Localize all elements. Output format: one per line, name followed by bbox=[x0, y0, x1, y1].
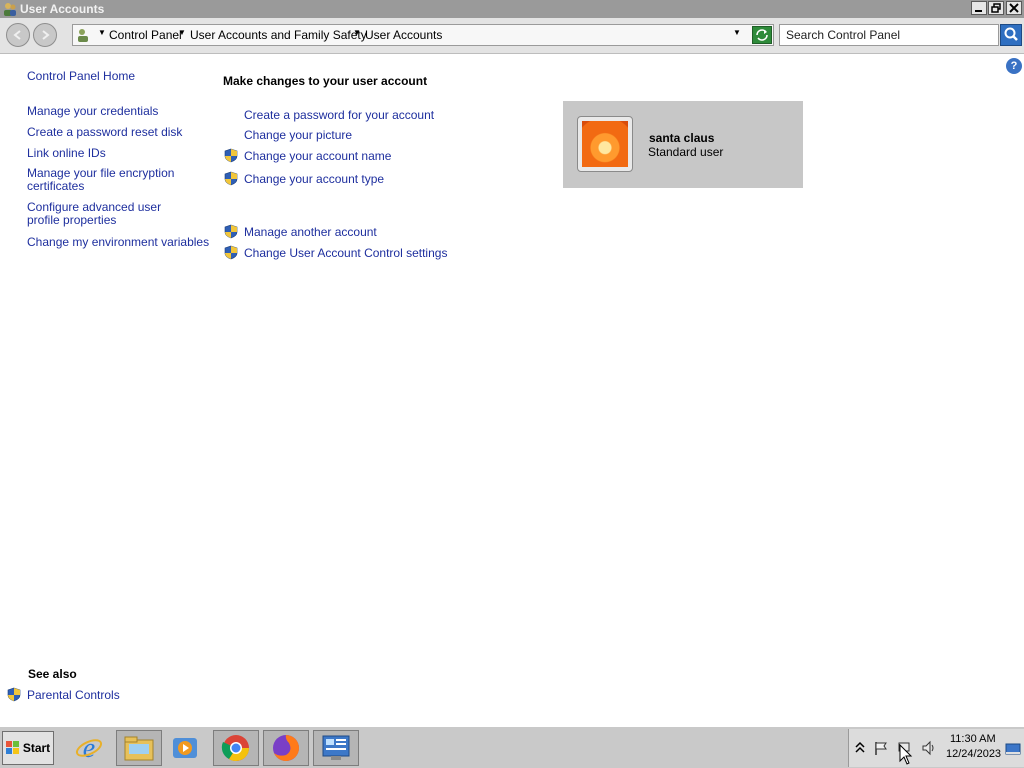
taskbar-media-player[interactable] bbox=[162, 730, 208, 766]
environment-variables-link[interactable]: Change my environment variables bbox=[27, 235, 209, 249]
see-also-heading: See also bbox=[28, 667, 77, 681]
mouse-cursor-icon bbox=[899, 744, 913, 765]
manage-another-account-link[interactable]: Manage another account bbox=[244, 225, 377, 239]
back-arrow-icon bbox=[13, 30, 21, 40]
search-icon bbox=[1004, 27, 1018, 41]
user-accounts-icon bbox=[4, 3, 16, 16]
change-account-name-link[interactable]: Change your account name bbox=[244, 149, 391, 163]
advanced-user-profile-link[interactable]: Configure advanced user profile properti… bbox=[27, 201, 197, 227]
volume-icon[interactable] bbox=[921, 740, 937, 756]
firefox-icon bbox=[273, 735, 299, 761]
account-type: Standard user bbox=[648, 145, 724, 159]
uac-shield-icon bbox=[224, 148, 238, 163]
parental-controls-link[interactable]: Parental Controls bbox=[27, 688, 120, 702]
page-title: Make changes to your user account bbox=[223, 74, 428, 88]
control-panel-icon bbox=[322, 735, 350, 760]
account-tile: santa claus Standard user bbox=[563, 101, 803, 188]
refresh-icon bbox=[756, 29, 768, 41]
uac-shield-icon bbox=[7, 687, 21, 702]
window-title: User Accounts bbox=[20, 2, 105, 16]
change-account-type-link[interactable]: Change your account type bbox=[244, 172, 384, 186]
taskbar-firefox[interactable] bbox=[263, 730, 309, 766]
start-button[interactable]: Start bbox=[2, 731, 54, 765]
svg-text:e: e bbox=[83, 733, 95, 763]
taskbar: Start e bbox=[0, 726, 1024, 768]
back-button[interactable] bbox=[6, 23, 30, 47]
clock-time[interactable]: 11:30 AM bbox=[950, 733, 996, 745]
restore-button[interactable] bbox=[988, 1, 1004, 15]
start-label: Start bbox=[22, 741, 51, 755]
address-box[interactable]: ▼ Control Panel ▼ User Accounts and Fami… bbox=[72, 24, 774, 46]
address-toolbar: ▼ Control Panel ▼ User Accounts and Fami… bbox=[0, 18, 1024, 54]
restore-icon bbox=[991, 3, 1001, 13]
help-icon[interactable]: ? bbox=[1006, 58, 1022, 74]
breadcrumb-separator-icon[interactable]: ▼ bbox=[178, 28, 186, 37]
uac-settings-link[interactable]: Change User Account Control settings bbox=[244, 246, 447, 260]
uac-shield-icon bbox=[224, 224, 238, 239]
breadcrumb-separator-icon[interactable]: ▼ bbox=[353, 28, 361, 37]
breadcrumb-control-panel[interactable]: Control Panel bbox=[109, 28, 182, 42]
search-button[interactable] bbox=[1000, 24, 1022, 46]
media-player-icon bbox=[173, 738, 197, 758]
show-desktop-icon[interactable] bbox=[1005, 741, 1021, 757]
refresh-button[interactable] bbox=[752, 26, 772, 44]
title-bar: User Accounts bbox=[0, 0, 1024, 18]
chrome-icon bbox=[221, 735, 250, 762]
control-panel-home-link[interactable]: Control Panel Home bbox=[27, 69, 135, 83]
taskbar-internet-explorer[interactable]: e bbox=[66, 730, 112, 766]
forward-button[interactable] bbox=[33, 23, 57, 47]
avatar bbox=[577, 116, 633, 172]
link-online-ids-link[interactable]: Link online IDs bbox=[27, 146, 106, 160]
create-password-link[interactable]: Create a password for your account bbox=[244, 108, 434, 122]
uac-shield-icon bbox=[224, 245, 238, 260]
chevron-down-icon[interactable]: ▼ bbox=[98, 28, 106, 37]
breadcrumb-user-accounts[interactable]: User Accounts bbox=[365, 28, 442, 42]
control-panel-icon bbox=[78, 29, 88, 42]
manage-credentials-link[interactable]: Manage your credentials bbox=[27, 104, 158, 118]
change-picture-link[interactable]: Change your picture bbox=[244, 128, 352, 142]
close-icon bbox=[1009, 3, 1019, 13]
action-center-flag-icon[interactable] bbox=[873, 740, 889, 756]
taskbar-windows-explorer[interactable] bbox=[116, 730, 162, 766]
internet-explorer-icon: e bbox=[75, 733, 103, 763]
address-history-dropdown-icon[interactable]: ▼ bbox=[733, 28, 741, 37]
show-hidden-icons-icon[interactable] bbox=[855, 741, 865, 753]
file-encryption-certificates-link[interactable]: Manage your file encryption certificates bbox=[27, 167, 177, 193]
taskbar-chrome[interactable] bbox=[213, 730, 259, 766]
uac-shield-icon bbox=[224, 171, 238, 186]
minimize-icon bbox=[975, 10, 982, 12]
windows-logo-icon bbox=[5, 741, 19, 754]
password-reset-disk-link[interactable]: Create a password reset disk bbox=[27, 125, 182, 139]
folder-icon bbox=[124, 736, 154, 761]
search-input[interactable]: Search Control Panel bbox=[779, 24, 999, 46]
clock-date[interactable]: 12/24/2023 bbox=[946, 748, 1001, 760]
taskbar-control-panel[interactable] bbox=[313, 730, 359, 766]
close-button[interactable] bbox=[1006, 1, 1022, 15]
minimize-button[interactable] bbox=[971, 1, 987, 15]
breadcrumb-user-accounts-family-safety[interactable]: User Accounts and Family Safety bbox=[190, 28, 367, 42]
forward-arrow-icon bbox=[42, 30, 50, 40]
account-name: santa claus bbox=[649, 131, 715, 145]
